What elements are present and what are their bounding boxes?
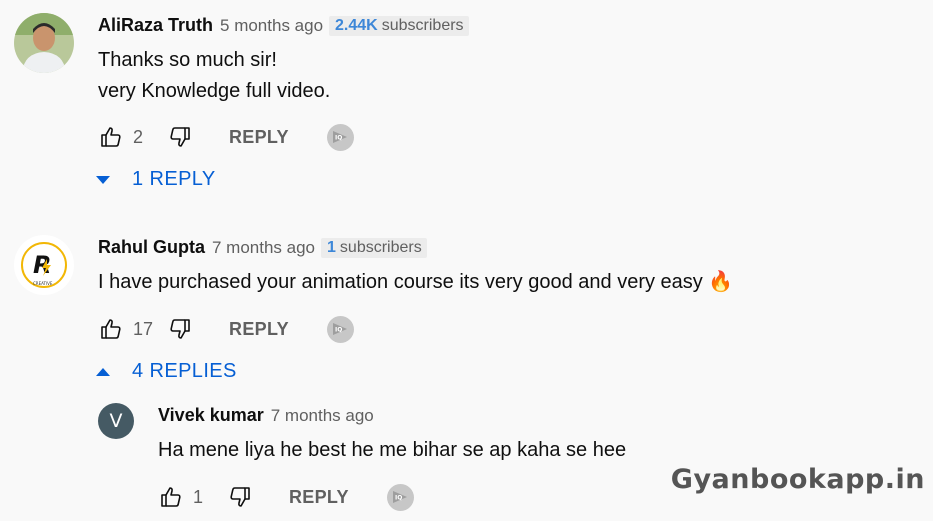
subscriber-badge: 1 subscribers — [321, 237, 427, 258]
subscriber-label: subscribers — [381, 16, 464, 34]
comment-actions: 2 REPLY IQ — [96, 122, 354, 152]
avatar[interactable]: R CREATIVE — [14, 235, 74, 295]
caret-down-icon — [96, 175, 110, 184]
comment-text: I have purchased your animation course i… — [98, 271, 734, 293]
like-count: 2 — [133, 126, 144, 147]
thumbs-down-icon — [230, 487, 250, 507]
comment-line: Thanks so much sir! — [98, 49, 277, 71]
author-name[interactable]: AliRaza Truth — [98, 15, 213, 36]
replies-toggle-label: 4 REPLIES — [132, 360, 237, 382]
reply-button[interactable]: REPLY — [229, 319, 289, 340]
replies-toggle-label: 1 REPLY — [132, 168, 216, 190]
thumbs-up-icon — [101, 319, 121, 339]
svg-text:IQ: IQ — [395, 495, 402, 502]
thumbs-up-icon — [161, 487, 181, 507]
dislike-button[interactable] — [225, 482, 255, 512]
caret-up-icon — [96, 367, 110, 376]
thumbs-down-icon — [170, 127, 190, 147]
reply-text: Ha mene liya he best he me bihar se ap k… — [158, 439, 627, 461]
svg-text:IQ: IQ — [335, 327, 342, 334]
svg-text:CREATIVE: CREATIVE — [33, 281, 53, 286]
comment-text: Thanks so much sir! very Knowledge full … — [98, 45, 330, 107]
avatar[interactable]: V — [98, 403, 134, 439]
extension-play-icon[interactable]: IQ — [326, 123, 354, 151]
dislike-button[interactable] — [165, 122, 195, 152]
subscriber-count: 1 — [327, 238, 336, 256]
like-count: 17 — [133, 318, 154, 339]
watermark: Gyanbookapp.in — [670, 464, 925, 495]
like-button[interactable] — [96, 314, 126, 344]
subscriber-badge: 2.44K subscribers — [329, 15, 469, 36]
author-name[interactable]: Rahul Gupta — [98, 237, 205, 258]
comment-time[interactable]: 7 months ago — [212, 238, 315, 258]
svg-text:IQ: IQ — [335, 135, 342, 142]
like-button[interactable] — [156, 482, 186, 512]
comment-time[interactable]: 5 months ago — [220, 16, 323, 36]
comment-time[interactable]: 7 months ago — [271, 406, 374, 426]
reply-button[interactable]: REPLY — [289, 487, 349, 508]
extension-play-icon[interactable]: IQ — [386, 483, 414, 511]
dislike-button[interactable] — [165, 314, 195, 344]
hide-replies-button[interactable]: 4 REPLIES — [96, 360, 237, 383]
comment-line: very Knowledge full video. — [98, 80, 331, 102]
like-button[interactable] — [96, 122, 126, 152]
subscriber-label: subscribers — [339, 238, 422, 256]
subscriber-count: 2.44K — [335, 16, 378, 34]
avatar[interactable] — [14, 13, 74, 73]
extension-play-icon[interactable]: IQ — [326, 315, 354, 343]
thumbs-up-icon — [101, 127, 121, 147]
comment-actions: 17 REPLY IQ — [96, 314, 354, 344]
author-name[interactable]: Vivek kumar — [158, 405, 264, 426]
like-count: 1 — [193, 486, 204, 507]
reply-actions: 1 REPLY IQ — [156, 482, 414, 512]
thumbs-down-icon — [170, 319, 190, 339]
reply-button[interactable]: REPLY — [229, 127, 289, 148]
view-replies-button[interactable]: 1 REPLY — [96, 168, 216, 191]
comment-header: AliRaza Truth 5 months ago 2.44K subscrib… — [98, 15, 469, 36]
comment-header: Rahul Gupta 7 months ago 1 subscribers — [98, 237, 427, 258]
reply-header: Vivek kumar 7 months ago — [158, 405, 374, 426]
